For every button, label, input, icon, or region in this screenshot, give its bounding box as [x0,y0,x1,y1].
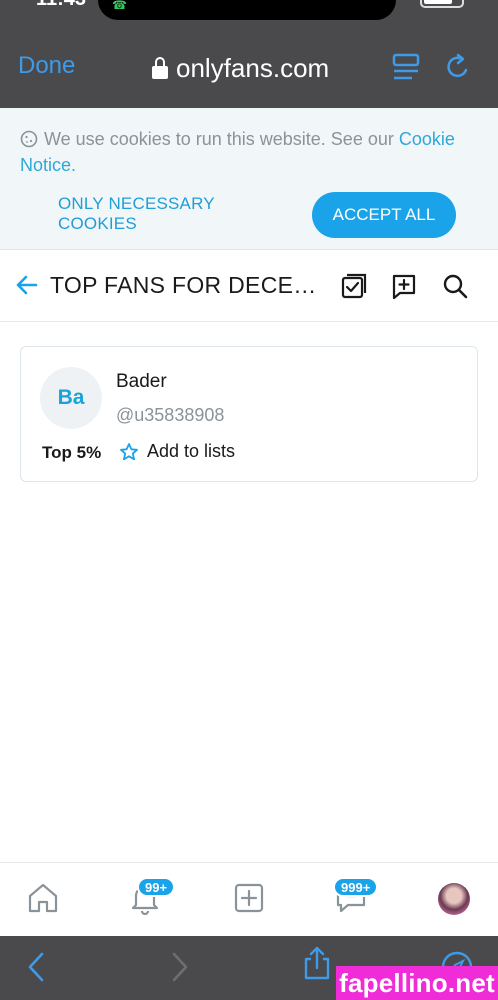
dynamic-island: ☎ [98,0,396,20]
add-to-lists-button[interactable]: Add to lists [119,441,235,462]
done-button[interactable]: Done [18,52,75,80]
profile-avatar[interactable] [438,883,470,915]
fan-card[interactable]: Ba Bader @u35838908 Top 5% Add to lists [20,346,478,482]
cookie-icon [20,130,38,148]
bottom-nav: 99+ 999+ [0,862,498,936]
lock-icon [152,57,168,79]
browser-back-icon[interactable] [20,950,54,984]
home-icon[interactable] [26,881,60,915]
cookie-notice-period: . [71,155,77,175]
star-icon [120,442,138,460]
url-bar[interactable]: onlyfans.com [152,52,329,84]
tabs-overview-icon[interactable] [392,52,420,82]
phone-call-icon: ☎ [112,0,127,12]
add-to-lists-label: Add to lists [147,441,236,461]
reload-icon[interactable] [444,52,472,82]
only-necessary-cookies-button[interactable]: ONLY NECESSARY COOKIES [58,194,294,234]
status-time: 11:43 [36,0,86,11]
notifications-badge: 99+ [137,877,176,897]
page-header: TOP FANS FOR DECEMB... [0,250,498,322]
watermark-logo: fapellino.net [336,966,498,1000]
back-arrow-icon[interactable] [14,272,40,298]
accept-all-button[interactable]: ACCEPT ALL [312,192,456,238]
fan-rank-badge: Top 5% [42,443,102,462]
select-checkbox-icon[interactable] [340,272,368,300]
new-post-icon[interactable] [232,881,266,915]
search-icon[interactable] [441,272,469,300]
cookie-text: We use cookies to run this website. See … [44,129,394,149]
fan-name[interactable]: Bader [116,371,167,393]
browser-top-bar: 11:43 ☎ Done onlyfans.com [0,0,498,108]
share-icon[interactable] [300,946,334,980]
cookie-notice-text: We use cookies to run this website. See … [20,126,480,178]
fan-handle: @u35838908 [116,405,225,425]
avatar[interactable]: Ba [40,367,102,429]
url-text: onlyfans.com [176,52,330,83]
add-list-icon[interactable] [390,272,418,300]
battery-icon [420,0,464,8]
browser-forward-icon[interactable] [162,950,196,984]
messages-badge: 999+ [333,877,379,897]
page-title: TOP FANS FOR DECEMB... [50,272,332,298]
